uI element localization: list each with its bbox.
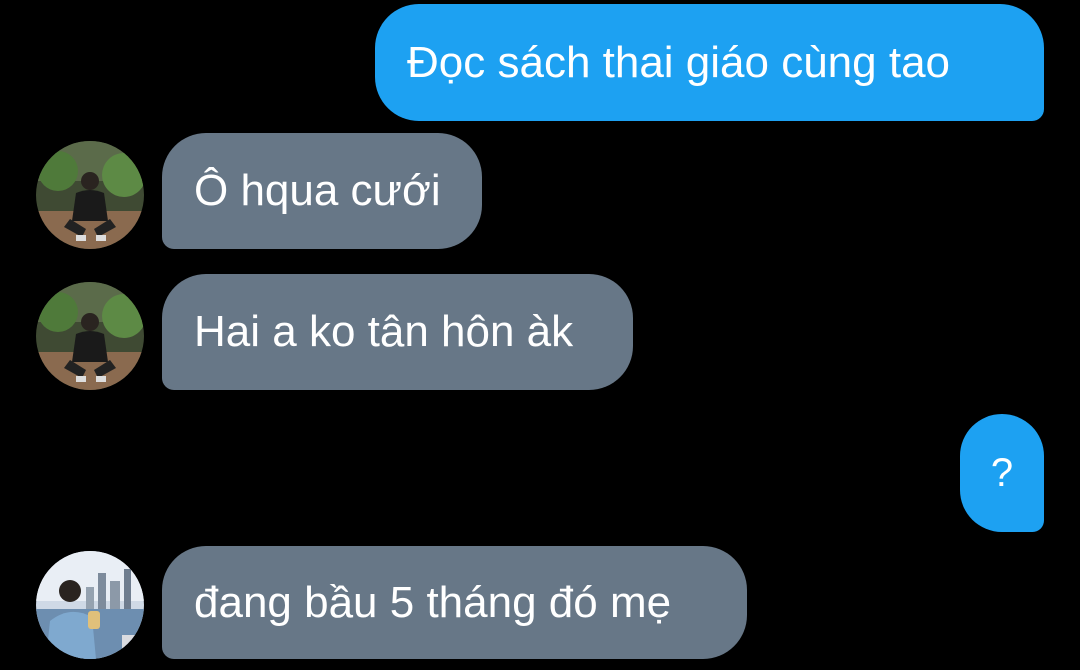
message-text: ? (990, 451, 1014, 495)
user-photo-garden-icon (36, 141, 144, 249)
avatar[interactable] (36, 551, 144, 659)
message-bubble-outgoing[interactable]: ? (960, 414, 1044, 532)
message-text: Đọc sách thai giáo cùng tao (407, 37, 951, 87)
message-bubble-outgoing[interactable]: Đọc sách thai giáo cùng tao (375, 4, 1044, 121)
avatar[interactable] (36, 141, 144, 249)
message-text: Hai a ko tân hôn àk (194, 307, 574, 356)
message-bubble-incoming[interactable]: đang bầu 5 tháng đó mẹ (162, 546, 747, 659)
message-bubble-incoming[interactable]: Hai a ko tân hôn àk (162, 274, 633, 390)
message-text: Ô hqua cưới (194, 166, 441, 215)
user-photo-city-icon (36, 551, 144, 659)
user-photo-garden-icon (36, 282, 144, 390)
message-text: đang bầu 5 tháng đó mẹ (194, 577, 672, 627)
avatar[interactable] (36, 282, 144, 390)
message-bubble-incoming[interactable]: Ô hqua cưới (162, 133, 482, 249)
